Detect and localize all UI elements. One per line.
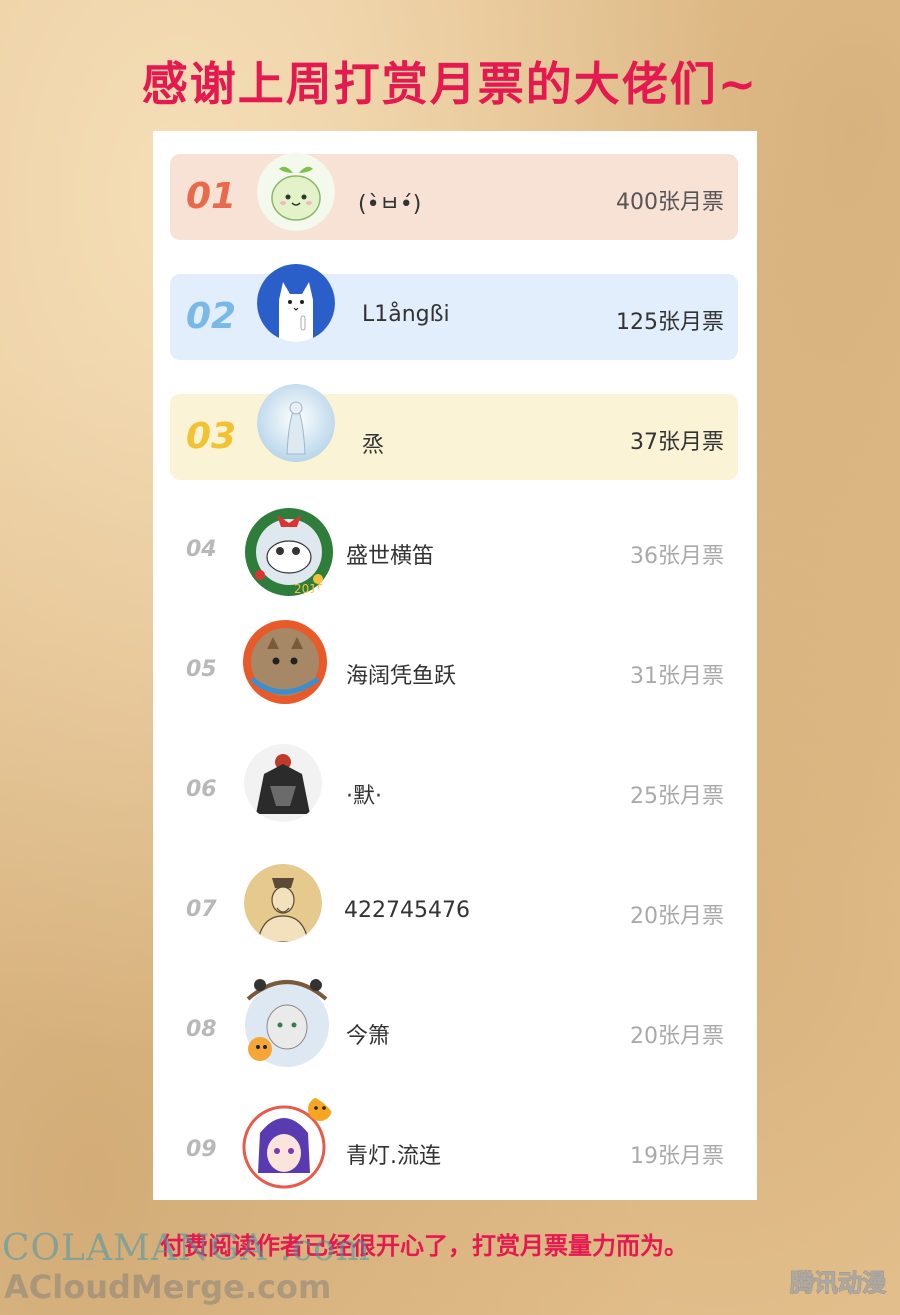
- ranking-row-6: 06 ·默· 25张月票: [170, 741, 738, 827]
- ranking-row-1: 01 (•̀ㅂ•́) 400张月票: [170, 153, 738, 240]
- vote-count: 37张月票: [630, 430, 724, 455]
- ranking-row-9: 09 青灯.流连 19张月票: [170, 1097, 738, 1189]
- rank-number: 03: [186, 416, 237, 457]
- user-avatar: [244, 744, 322, 822]
- vote-count: 19张月票: [630, 1144, 724, 1169]
- ranking-panel: 01 (•̀ㅂ•́) 400张月票 02 L1ångßi 125张月票 03 烝…: [153, 131, 757, 1200]
- user-name: 今箫: [346, 1024, 391, 1049]
- user-avatar: [257, 264, 335, 342]
- vote-count: 31张月票: [630, 664, 724, 689]
- ranking-row-2: 02 L1ångßi 125张月票: [170, 264, 738, 360]
- ranking-row-8: 08 今箫 20张月票: [170, 979, 738, 1067]
- user-name: ·默·: [346, 784, 382, 809]
- user-avatar: [257, 153, 335, 231]
- user-name: L1ångßi: [362, 302, 450, 327]
- ranking-row-7: 07 422745476 20张月票: [170, 861, 738, 947]
- vote-count: 20张月票: [630, 904, 724, 929]
- vote-count: 36张月票: [630, 544, 724, 569]
- user-name: 青灯.流连: [346, 1144, 441, 1169]
- rank-number: 06: [186, 777, 217, 802]
- ranking-row-3: 03 烝 37张月票: [170, 384, 738, 480]
- user-name: 盛世横笛: [346, 544, 435, 569]
- vote-count: 20张月票: [630, 1024, 724, 1049]
- user-name: (•̀ㅂ•́): [358, 192, 422, 217]
- user-avatar: [244, 864, 322, 942]
- rank-number: 01: [186, 176, 237, 217]
- ranking-row-5: 05 海阔凭鱼跃 31张月票: [170, 619, 738, 707]
- rank-number: 08: [186, 1017, 217, 1042]
- user-avatar: [240, 1093, 340, 1193]
- rank-number: 07: [186, 897, 217, 922]
- page-title: 感谢上周打赏月票的大佬们~: [141, 57, 759, 111]
- user-name: 海阔凭鱼跃: [346, 664, 457, 689]
- ranking-row-4: 04 2019 盛世横笛 36张月票: [170, 501, 738, 596]
- watermark-colamanga: COLAMANGA .com: [2, 1228, 371, 1269]
- user-avatar: [257, 384, 335, 462]
- watermark-brand: 腾讯动漫: [790, 1269, 887, 1298]
- svg-text:2019: 2019: [294, 582, 325, 596]
- user-avatar: [242, 619, 328, 705]
- user-name: 422745476: [344, 898, 470, 923]
- user-name: 烝: [362, 433, 385, 458]
- user-avatar: [240, 969, 334, 1073]
- rank-number: 04: [186, 537, 217, 562]
- vote-count: 25张月票: [630, 784, 724, 809]
- watermark-acloudmerge: ACloudMerge.com: [4, 1268, 332, 1306]
- rank-number: 05: [186, 657, 217, 682]
- vote-count: 125张月票: [616, 310, 724, 335]
- rank-number: 09: [186, 1137, 217, 1162]
- vote-count: 400张月票: [616, 190, 724, 215]
- rank-number: 02: [186, 296, 237, 337]
- user-avatar: 2019: [242, 505, 336, 599]
